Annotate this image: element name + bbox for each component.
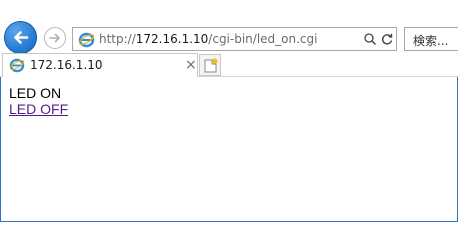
close-icon[interactable]: ×: [185, 57, 197, 73]
search-icon[interactable]: [363, 32, 377, 46]
new-tab-button[interactable]: [199, 54, 221, 76]
address-url[interactable]: http://172.16.1.10/cgi-bin/led_on.cgi: [99, 32, 317, 46]
browser-toolbar: http://172.16.1.10/cgi-bin/led_on.cgi 検索…: [0, 0, 458, 54]
led-off-link[interactable]: LED OFF: [9, 102, 68, 117]
url-path: /cgi-bin/led_on.cgi: [208, 32, 318, 46]
new-tab-icon: [204, 58, 218, 73]
led-status-text: LED ON: [9, 85, 62, 101]
search-input[interactable]: 検索...: [404, 27, 458, 51]
url-host: 172.16.1.10: [135, 32, 209, 46]
ie-logo-icon: [78, 32, 95, 48]
refresh-icon[interactable]: [380, 32, 394, 46]
tab-title: 172.16.1.10: [30, 58, 103, 72]
back-arrow-icon: [14, 31, 29, 44]
forward-arrow-icon: [49, 33, 60, 43]
page-content: LED ON LED OFF: [9, 86, 68, 119]
tab-current[interactable]: 172.16.1.10 ×: [2, 53, 198, 77]
search-placeholder: 検索...: [413, 34, 449, 48]
tab-strip: 172.16.1.10 ×: [0, 53, 458, 77]
address-bar[interactable]: http://172.16.1.10/cgi-bin/led_on.cgi: [72, 27, 397, 51]
forward-button[interactable]: [44, 27, 66, 49]
url-scheme: http://: [99, 32, 136, 46]
ie-logo-icon: [9, 58, 25, 73]
back-button[interactable]: [4, 21, 37, 54]
